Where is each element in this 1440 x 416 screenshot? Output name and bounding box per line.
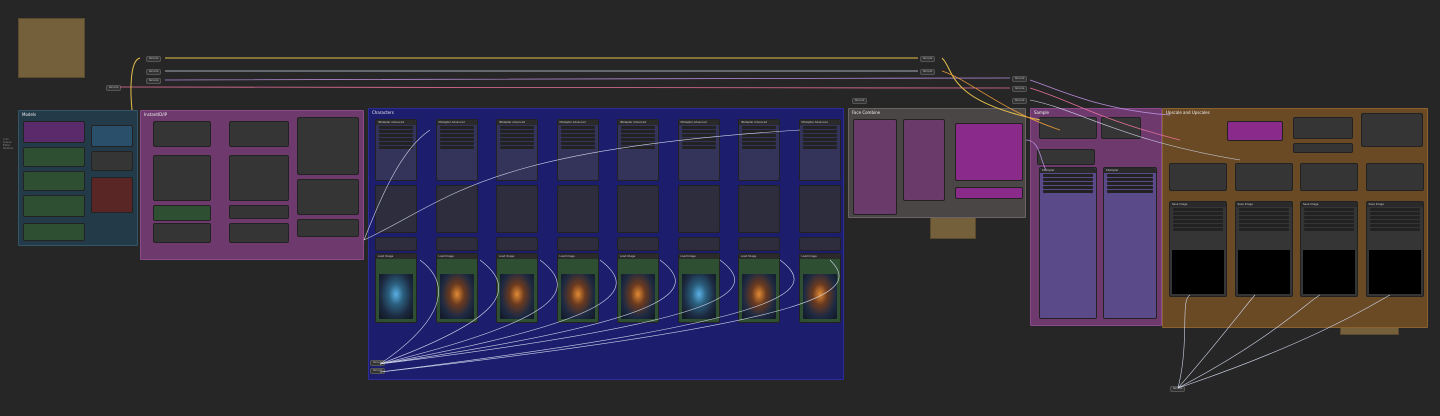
link bbox=[119, 86, 1011, 89]
link bbox=[1025, 139, 1047, 171]
link bbox=[379, 259, 795, 373]
link bbox=[1029, 99, 1241, 161]
workflow-canvas[interactable]: 1.0x Queue Extra Options Models InstantI… bbox=[0, 0, 1440, 416]
link bbox=[363, 129, 431, 241]
link bbox=[130, 57, 141, 111]
link bbox=[941, 57, 1041, 121]
link bbox=[363, 129, 801, 241]
link bbox=[379, 259, 676, 365]
link bbox=[1177, 294, 1391, 389]
link bbox=[164, 77, 1011, 81]
link bbox=[379, 259, 558, 365]
link bbox=[379, 259, 439, 365]
link bbox=[1029, 79, 1171, 116]
link bbox=[1177, 294, 1191, 389]
link bbox=[941, 70, 1061, 131]
link bbox=[1177, 294, 1256, 389]
links-layer bbox=[119, 57, 1391, 389]
